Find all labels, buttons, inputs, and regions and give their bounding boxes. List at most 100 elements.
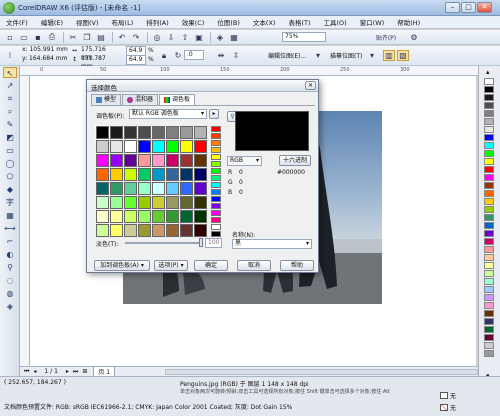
color-swatch[interactable] [96, 224, 109, 237]
app-launcher-icon[interactable]: ◈ [214, 32, 226, 43]
spectrum-swatch[interactable] [211, 217, 221, 223]
palette-swatch[interactable] [484, 86, 494, 93]
color-swatch[interactable] [194, 168, 207, 181]
palette-swatch[interactable] [484, 270, 494, 277]
tint-slider-handle[interactable] [199, 238, 203, 247]
color-swatch[interactable] [194, 140, 207, 153]
ellipse-tool-icon[interactable]: ◯ [3, 158, 17, 169]
add-to-palette-button[interactable]: 加到调色板(A) ▾ [94, 260, 150, 271]
paste-icon[interactable]: ▤ [95, 32, 107, 43]
menu-help[interactable]: 帮助(H) [397, 17, 420, 27]
color-swatch[interactable] [138, 196, 151, 209]
color-swatch[interactable] [96, 196, 109, 209]
menu-effects[interactable]: 效果(C) [182, 17, 205, 27]
color-swatch[interactable] [138, 126, 151, 139]
palette-swatch[interactable] [484, 126, 494, 133]
spectrum-swatch[interactable] [211, 154, 221, 160]
palette-swatch[interactable] [484, 158, 494, 165]
maximize-button[interactable]: □ [461, 2, 476, 13]
color-swatch[interactable] [110, 140, 123, 153]
hex-value[interactable]: #000000 [277, 169, 305, 176]
color-swatch[interactable] [166, 210, 179, 223]
color-swatch[interactable] [166, 182, 179, 195]
spectrum-swatch[interactable] [211, 175, 221, 181]
undo-icon[interactable]: ↶ [116, 32, 128, 43]
palette-swatch[interactable] [484, 142, 494, 149]
interactive-fill-icon[interactable]: ◈ [3, 301, 17, 312]
channel-g-value[interactable]: 0 [239, 179, 243, 186]
menu-window[interactable]: 窗口(W) [360, 17, 385, 27]
tab-models[interactable]: 模型 [91, 94, 122, 105]
basic-shapes-icon[interactable]: ◆ [3, 184, 17, 195]
eyedropper-tool-icon[interactable]: ⚲ [3, 262, 17, 273]
color-swatch[interactable] [180, 168, 193, 181]
polygon-tool-icon[interactable]: ⬠ [3, 171, 17, 182]
height-field[interactable]: 131.787 mm [79, 55, 121, 70]
freehand-tool-icon[interactable]: ✎ [3, 119, 17, 130]
mirror-vertical-icon[interactable]: ⇳ [230, 50, 242, 61]
color-swatch[interactable] [180, 182, 193, 195]
color-swatch[interactable] [194, 224, 207, 237]
welcome-screen-icon[interactable]: ▦ [228, 32, 240, 43]
palette-swatch[interactable] [484, 214, 494, 221]
color-swatch[interactable] [124, 210, 137, 223]
color-swatch[interactable] [95, 125, 110, 140]
spectrum-swatch[interactable] [211, 126, 221, 132]
channel-b-value[interactable]: 0 [239, 189, 243, 196]
menu-arrange[interactable]: 排列(A) [146, 17, 169, 27]
color-swatch[interactable] [138, 224, 151, 237]
palette-swatch[interactable] [484, 102, 494, 109]
color-swatch[interactable] [166, 224, 179, 237]
color-swatch[interactable] [138, 182, 151, 195]
palette-swatch[interactable] [484, 302, 494, 309]
options-button[interactable]: 选项(P) ▾ [154, 260, 188, 271]
color-swatch[interactable] [96, 182, 109, 195]
color-swatch[interactable] [110, 126, 123, 139]
shape-tool-icon[interactable]: ↗ [3, 80, 17, 91]
palette-swatch[interactable] [484, 334, 494, 341]
palette-swatch[interactable] [484, 238, 494, 245]
palette-swatch[interactable] [484, 350, 494, 357]
connector-tool-icon[interactable]: ⌐ [3, 236, 17, 247]
color-swatch[interactable] [110, 154, 123, 167]
spectrum-swatch[interactable] [211, 161, 221, 167]
color-swatch[interactable] [194, 154, 207, 167]
snap-to-menu[interactable]: 贴齐(P) [366, 32, 406, 43]
palette-select[interactable]: 默认 RGB 调色板 ▾ [129, 109, 207, 119]
palette-swatch[interactable] [484, 166, 494, 173]
dimension-tool-icon[interactable]: ⟷ [3, 223, 17, 234]
color-swatch[interactable] [110, 210, 123, 223]
import-icon[interactable]: ⇩ [165, 32, 177, 43]
color-swatch[interactable] [96, 154, 109, 167]
search-content-icon[interactable]: ◎ [151, 32, 163, 43]
palette-swatch[interactable] [484, 198, 494, 205]
ok-button[interactable]: 确定 [194, 260, 228, 271]
spectrum-swatch[interactable] [211, 224, 221, 230]
tint-value[interactable]: 100 [205, 238, 222, 248]
palette-swatch[interactable] [484, 246, 494, 253]
rectangle-tool-icon[interactable]: ▭ [3, 145, 17, 156]
palette-swatch[interactable] [484, 286, 494, 293]
zoom-level-select[interactable]: 75% [282, 32, 326, 42]
color-swatch[interactable] [166, 196, 179, 209]
color-swatch[interactable] [166, 140, 179, 153]
menu-tools[interactable]: 工具(O) [324, 17, 347, 27]
cut-icon[interactable]: ✂ [67, 32, 79, 43]
color-swatch[interactable] [194, 196, 207, 209]
color-swatch[interactable] [152, 196, 165, 209]
color-swatch[interactable] [96, 210, 109, 223]
palette-swatch[interactable] [484, 222, 494, 229]
color-model-select[interactable]: RGB ▾ [227, 156, 262, 166]
color-profile-info[interactable]: 文档颜色预置文件: RGB: sRGB IEC61966-2.1; CMYK: … [4, 402, 304, 411]
palette-swatch[interactable] [484, 190, 494, 197]
pdf-icon[interactable]: ▣ [193, 32, 205, 43]
y-position-field[interactable]: y: 164.684 mm [20, 55, 72, 65]
color-swatch[interactable] [180, 224, 193, 237]
table-tool-icon[interactable]: ▦ [3, 210, 17, 221]
open-icon[interactable]: ▭ [18, 32, 30, 43]
spectrum-swatch[interactable] [211, 182, 221, 188]
pick-tool-icon[interactable]: ↖ [3, 67, 17, 78]
save-icon[interactable]: ▪ [32, 32, 44, 43]
vertical-ruler[interactable] [20, 76, 30, 366]
color-swatch[interactable] [124, 196, 137, 209]
